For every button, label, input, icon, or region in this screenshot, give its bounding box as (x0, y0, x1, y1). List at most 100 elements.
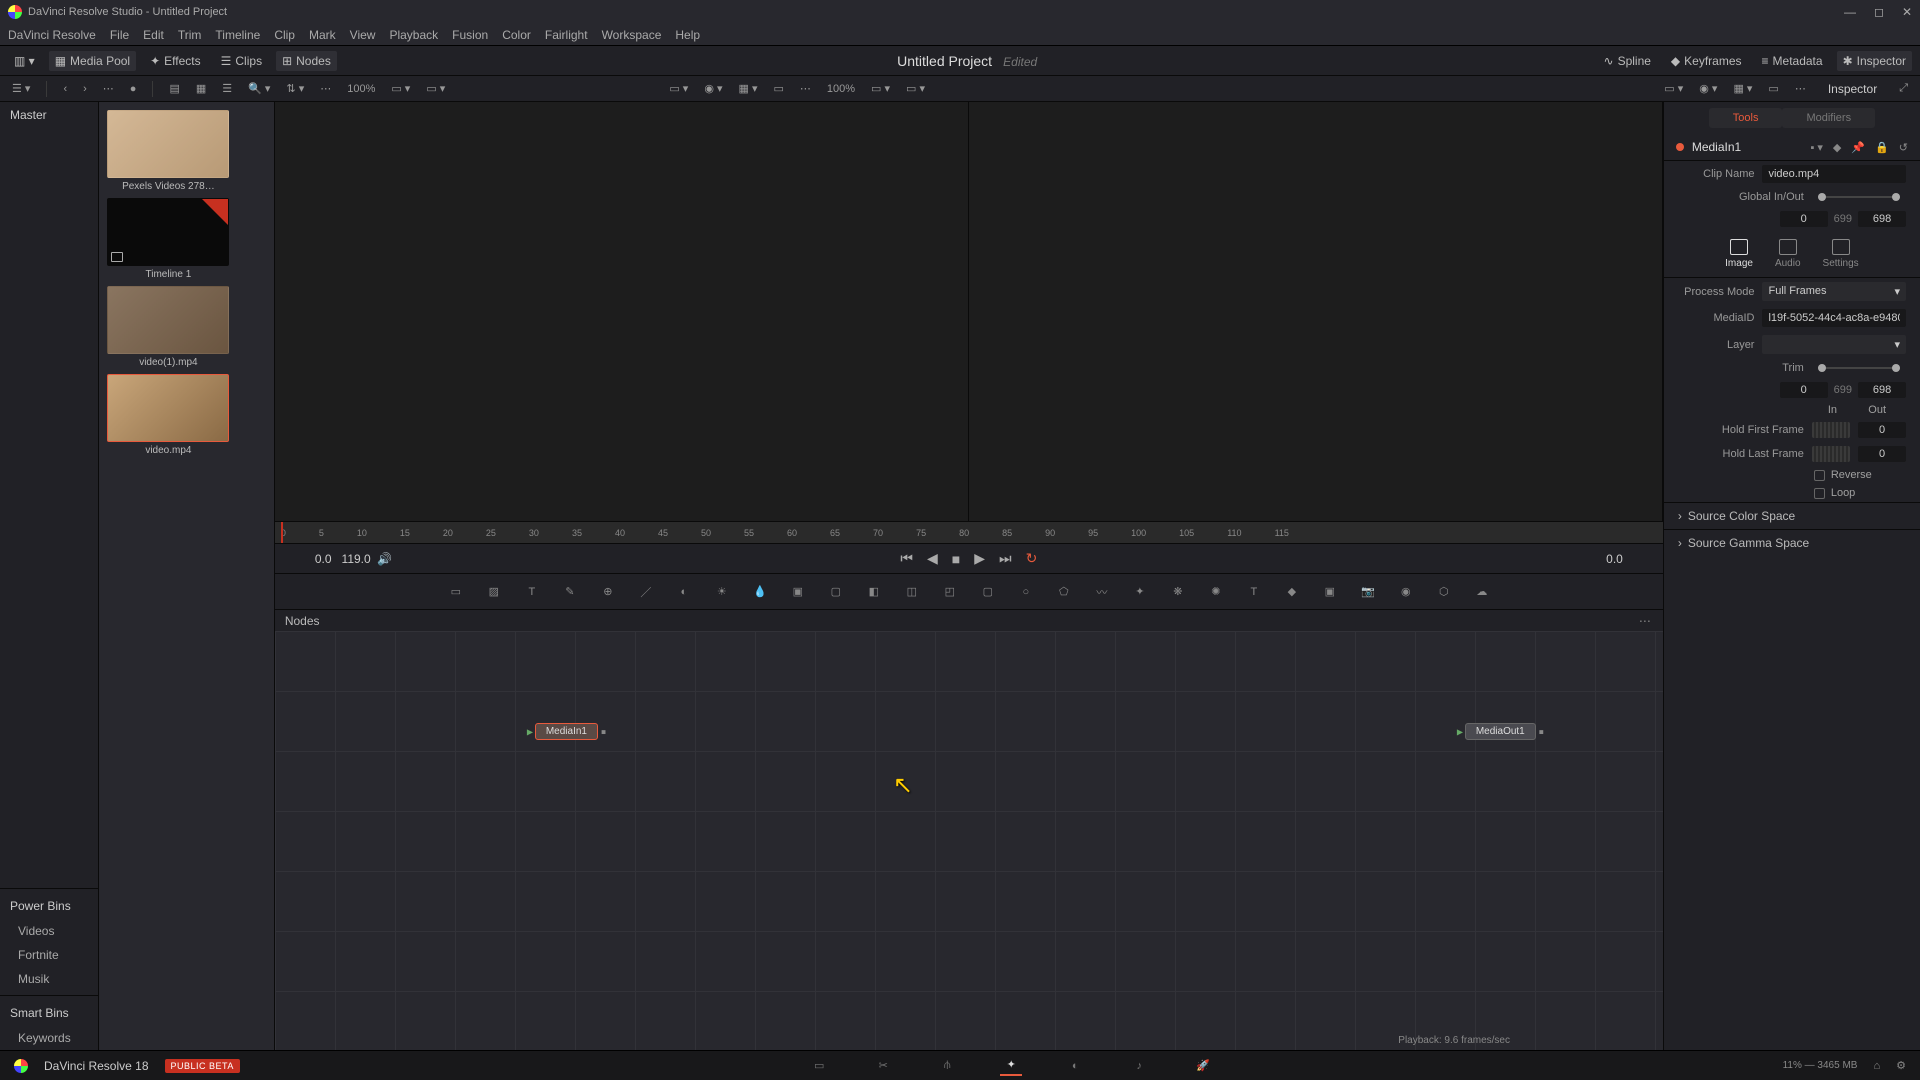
nodes-canvas[interactable]: ▶ MediaIn1 ■ ▶ MediaOut1 ■ ↖ (275, 631, 1663, 1050)
zoom-right[interactable]: 100% (823, 81, 859, 97)
menu-help[interactable]: Help (675, 28, 700, 42)
menu-file[interactable]: File (110, 28, 129, 42)
prender-tool-icon[interactable]: ❋ (1167, 581, 1189, 603)
nodes-button[interactable]: ⊞Nodes (276, 51, 337, 71)
clip-name-field[interactable] (1762, 165, 1906, 183)
menu-timeline[interactable]: Timeline (215, 28, 260, 42)
effects-button[interactable]: ✦Effects (144, 51, 207, 71)
more2-icon[interactable]: ⋯ (316, 80, 335, 97)
reset-icon[interactable]: ↺ (1899, 141, 1908, 154)
viewer2-more-icon[interactable]: ⋯ (1791, 80, 1810, 97)
viewer1-grid-icon[interactable]: ▦ ▾ (735, 80, 762, 97)
bin-musik[interactable]: Musik (0, 967, 98, 991)
viewer-right[interactable] (969, 102, 1663, 521)
home-button[interactable]: ⌂ (1873, 1060, 1880, 1072)
blur-tool-icon[interactable]: 💧 (749, 581, 771, 603)
page-fairlight-button[interactable]: ♪ (1128, 1056, 1150, 1076)
fit2-icon[interactable]: ▭ ▾ (422, 80, 449, 97)
trim-slider[interactable] (1818, 367, 1900, 369)
viewer2-opts-icon[interactable]: ▭ ▾ (1660, 80, 1687, 97)
lock-icon[interactable]: 🔒 (1875, 141, 1889, 154)
node-mediaout1[interactable]: ▶ MediaOut1 ■ (1465, 723, 1536, 740)
nav-fwd-icon[interactable]: › (79, 81, 91, 97)
pool-options-icon[interactable]: ☰ ▾ (8, 80, 34, 97)
loop-checkbox[interactable] (1814, 488, 1825, 499)
viewer1-opts-icon[interactable]: ▭ ▾ (665, 80, 692, 97)
node-output-port-icon[interactable]: ■ (601, 727, 606, 736)
menu-davinci[interactable]: DaVinci Resolve (8, 28, 96, 42)
page-edit-button[interactable]: ⫛ (936, 1056, 958, 1076)
menu-color[interactable]: Color (502, 28, 531, 42)
trim-in-value[interactable]: 0 (1780, 382, 1828, 398)
viewer1-ch-icon[interactable]: ◉ ▾ (700, 80, 726, 97)
viewer2-fit2-icon[interactable]: ▭ ▾ (902, 80, 929, 97)
ellipse-mask-icon[interactable]: ○ (1015, 581, 1037, 603)
subtab-audio[interactable]: Audio (1775, 239, 1801, 269)
view-list-icon[interactable]: ☰ (218, 80, 236, 97)
inspector-button[interactable]: ✱Inspector (1837, 51, 1912, 71)
transform-tool-icon[interactable]: ▢ (825, 581, 847, 603)
source-color-space-section[interactable]: › Source Color Space (1664, 502, 1920, 529)
brightness-tool-icon[interactable]: ☀ (711, 581, 733, 603)
node-input-port-icon[interactable]: ▶ (1457, 727, 1463, 736)
search-icon[interactable]: 🔍 ▾ (244, 80, 274, 97)
hold-last-value[interactable]: 0 (1858, 446, 1906, 462)
node-output-port-icon[interactable]: ■ (1539, 727, 1544, 736)
menu-workspace[interactable]: Workspace (602, 28, 662, 42)
inspector-expand-icon[interactable]: ⤢ (1895, 80, 1912, 97)
menu-mark[interactable]: Mark (309, 28, 336, 42)
zoom-left[interactable]: 100% (343, 81, 379, 97)
global-in-value[interactable]: 0 (1780, 211, 1828, 227)
viewer2-frame-icon[interactable]: ▭ (1764, 80, 1782, 97)
menu-view[interactable]: View (350, 28, 376, 42)
hold-last-thumbwheel[interactable] (1812, 446, 1850, 462)
viewer2-grid-icon[interactable]: ▦ ▾ (1729, 80, 1756, 97)
viewer-left[interactable] (275, 102, 969, 521)
fastnoise-tool-icon[interactable]: ▨ (483, 581, 505, 603)
tracker-tool-icon[interactable]: ⊕ (597, 581, 619, 603)
mediaid-field[interactable] (1762, 309, 1906, 327)
background-tool-icon[interactable]: ▭ (445, 581, 467, 603)
library-toggle-button[interactable]: ▥ ▾ (8, 51, 41, 71)
process-mode-select[interactable]: Full Frames▾ (1762, 282, 1906, 301)
go-end-button[interactable]: ⏭ (999, 550, 1012, 567)
shape3d-tool-icon[interactable]: ◆ (1281, 581, 1303, 603)
menu-fairlight[interactable]: Fairlight (545, 28, 588, 42)
hold-first-thumbwheel[interactable] (1812, 422, 1850, 438)
playhead-icon[interactable] (281, 522, 283, 543)
step-back-button[interactable]: ◀ (927, 550, 938, 567)
rectangle-mask-icon[interactable]: ▢ (977, 581, 999, 603)
view-grid-icon[interactable]: ▦ (192, 80, 210, 97)
more-icon[interactable]: ⋯ (99, 80, 118, 97)
paint-tool-icon[interactable]: ✎ (559, 581, 581, 603)
subtab-image[interactable]: Image (1725, 239, 1753, 269)
pemitter-tool-icon[interactable]: ✺ (1205, 581, 1227, 603)
bin-fortnite[interactable]: Fortnite (0, 943, 98, 967)
source-gamma-space-section[interactable]: › Source Gamma Space (1664, 529, 1920, 556)
render3d-tool-icon[interactable]: ☁ (1471, 581, 1493, 603)
view-thumb-icon[interactable]: ▤ (165, 80, 183, 97)
menu-clip[interactable]: Clip (274, 28, 295, 42)
keyframe-icon[interactable]: ◆ (1833, 141, 1841, 154)
clip-thumb[interactable]: video(1).mp4 (107, 286, 229, 368)
page-color-button[interactable]: ◐ (1064, 1056, 1086, 1076)
media-pool-button[interactable]: ▦Media Pool (49, 51, 136, 71)
metadata-button[interactable]: ≡Metadata (1756, 51, 1829, 71)
menu-edit[interactable]: Edit (143, 28, 164, 42)
brush-tool-icon[interactable]: ／ (635, 581, 657, 603)
node-input-port-icon[interactable]: ▶ (527, 727, 533, 736)
clip-thumb-selected[interactable]: video.mp4 (107, 374, 229, 456)
page-deliver-button[interactable]: 🚀 (1192, 1056, 1214, 1076)
menu-trim[interactable]: Trim (178, 28, 202, 42)
polygon-mask-icon[interactable]: ⬠ (1053, 581, 1075, 603)
play-button[interactable]: ▶ (974, 550, 985, 567)
sort-icon[interactable]: ⇅ ▾ (282, 80, 308, 97)
maximize-button[interactable]: ◻ (1874, 5, 1884, 19)
layer-select[interactable]: ▾ (1762, 335, 1906, 354)
viewer2-fit-icon[interactable]: ▭ ▾ (867, 80, 894, 97)
timeline-thumb[interactable]: Timeline 1 (107, 198, 229, 280)
viewer2-ch-icon[interactable]: ◉ ▾ (1695, 80, 1721, 97)
inspector-tab-tools[interactable]: Tools (1709, 108, 1783, 128)
clips-button[interactable]: ☰Clips (215, 51, 268, 71)
loop-button[interactable]: ↻ (1026, 550, 1038, 567)
